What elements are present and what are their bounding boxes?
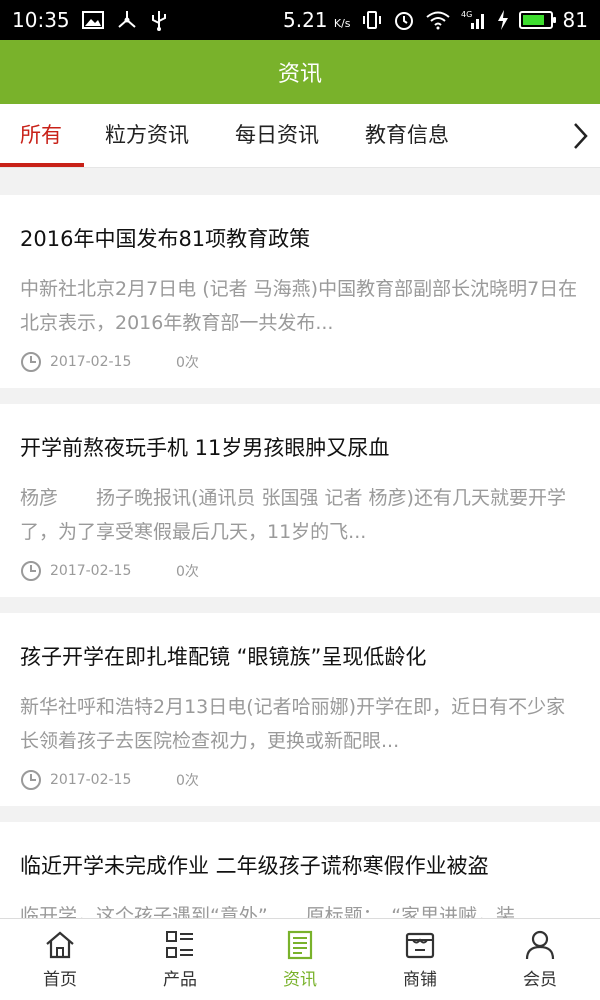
product-list-icon [166,931,193,958]
chevron-right-icon[interactable] [560,104,600,168]
article-title: 2016年中国发布81项教育政策 [20,227,311,251]
nav-label: 首页 [43,970,77,990]
nav-label: 产品 [163,970,197,990]
bottom-nav: 首页 产品 资讯 商铺 会员 [0,918,600,1000]
wifi-icon [425,8,451,32]
tab-education-info[interactable]: 教育信息 [365,104,449,168]
header-bar: 资讯 [0,40,600,104]
battery-level: 81 [562,8,588,32]
article-meta: 2017-02-15 0次 [20,351,199,373]
article-summary: 新华社呼和浩特2月13日电(记者哈丽娜)开学在即，近日有不少家长领着孩子去医院检… [20,696,566,752]
network-speed: 5.21 K/s [283,8,351,32]
tab-label: 所有 [20,123,62,147]
shop-icon [405,932,435,959]
charging-icon [497,8,509,32]
nav-news[interactable]: 资讯 [240,919,360,1000]
clock-icon [21,561,41,581]
category-tabs: 所有 粒方资讯 每日资讯 教育信息 [0,104,600,168]
tab-lifang-news[interactable]: 粒方资讯 [105,104,189,168]
vibrate-icon [361,8,383,32]
tab-all[interactable]: 所有 [20,104,62,168]
tab-label: 教育信息 [365,123,449,147]
member-icon [525,930,555,960]
article-date: 2017-02-15 [50,563,132,579]
tab-label: 每日资讯 [235,123,319,147]
alarm-icon [393,8,415,32]
article-date: 2017-02-15 [50,354,132,370]
article-views: 0次 [176,773,199,789]
home-icon [46,931,74,959]
page-title: 资讯 [277,62,322,87]
article-card[interactable]: 2016年中国发布81项教育政策 中新社北京2月7日电 (记者 马海燕)中国教育… [0,195,600,388]
nav-products[interactable]: 产品 [120,919,240,1000]
share-network-icon [116,8,138,32]
article-meta: 2017-02-15 0次 [20,560,199,582]
article-summary: 临开学，这个孩子遇到“意外” 原标题： “家里进贼，装 [20,905,516,918]
nav-label: 会员 [523,970,557,990]
article-card[interactable]: 孩子开学在即扎堆配镜 “眼镜族”呈现低龄化 新华社呼和浩特2月13日电(记者哈丽… [0,613,600,806]
nav-shop[interactable]: 商铺 [360,919,480,1000]
nav-label: 商铺 [403,970,437,990]
article-summary: 杨彦 扬子晚报讯(通讯员 张国强 记者 杨彦)还有几天就要开学了，为了享受寒假最… [20,487,566,543]
tab-label: 粒方资讯 [105,123,189,147]
signal-icon: 4G [461,8,487,32]
network-type: 4G [461,10,472,19]
article-card[interactable]: 临近开学未完成作业 二年级孩子谎称寒假作业被盗 临开学，这个孩子遇到“意外” 原… [0,822,600,918]
nav-member[interactable]: 会员 [480,919,600,1000]
tab-daily-news[interactable]: 每日资讯 [235,104,319,168]
article-summary: 中新社北京2月7日电 (记者 马海燕)中国教育部副部长沈晓明7日在北京表示，20… [20,278,578,334]
image-icon [81,8,104,32]
article-views: 0次 [176,564,199,580]
article-title: 孩子开学在即扎堆配镜 “眼镜族”呈现低龄化 [20,645,427,669]
nav-home[interactable]: 首页 [0,919,120,1000]
article-meta: 2017-02-15 0次 [20,769,199,791]
clock-icon [21,352,41,372]
usb-icon [150,8,168,32]
article-date: 2017-02-15 [50,772,132,788]
status-time: 10:35 [12,8,70,32]
status-bar: 10:35 5.21 K/s 4G 81 [0,0,600,40]
clock-icon [21,770,41,790]
article-views: 0次 [176,355,199,371]
article-list: 2016年中国发布81项教育政策 中新社北京2月7日电 (记者 马海燕)中国教育… [0,168,600,918]
article-title: 临近开学未完成作业 二年级孩子谎称寒假作业被盗 [20,854,489,878]
news-icon [287,930,313,960]
nav-label: 资讯 [283,970,317,990]
article-card[interactable]: 开学前熬夜玩手机 11岁男孩眼肿又尿血 杨彦 扬子晚报讯(通讯员 张国强 记者 … [0,404,600,597]
active-tab-indicator [0,163,84,167]
article-title: 开学前熬夜玩手机 11岁男孩眼肿又尿血 [20,436,390,460]
battery-icon [518,11,556,29]
